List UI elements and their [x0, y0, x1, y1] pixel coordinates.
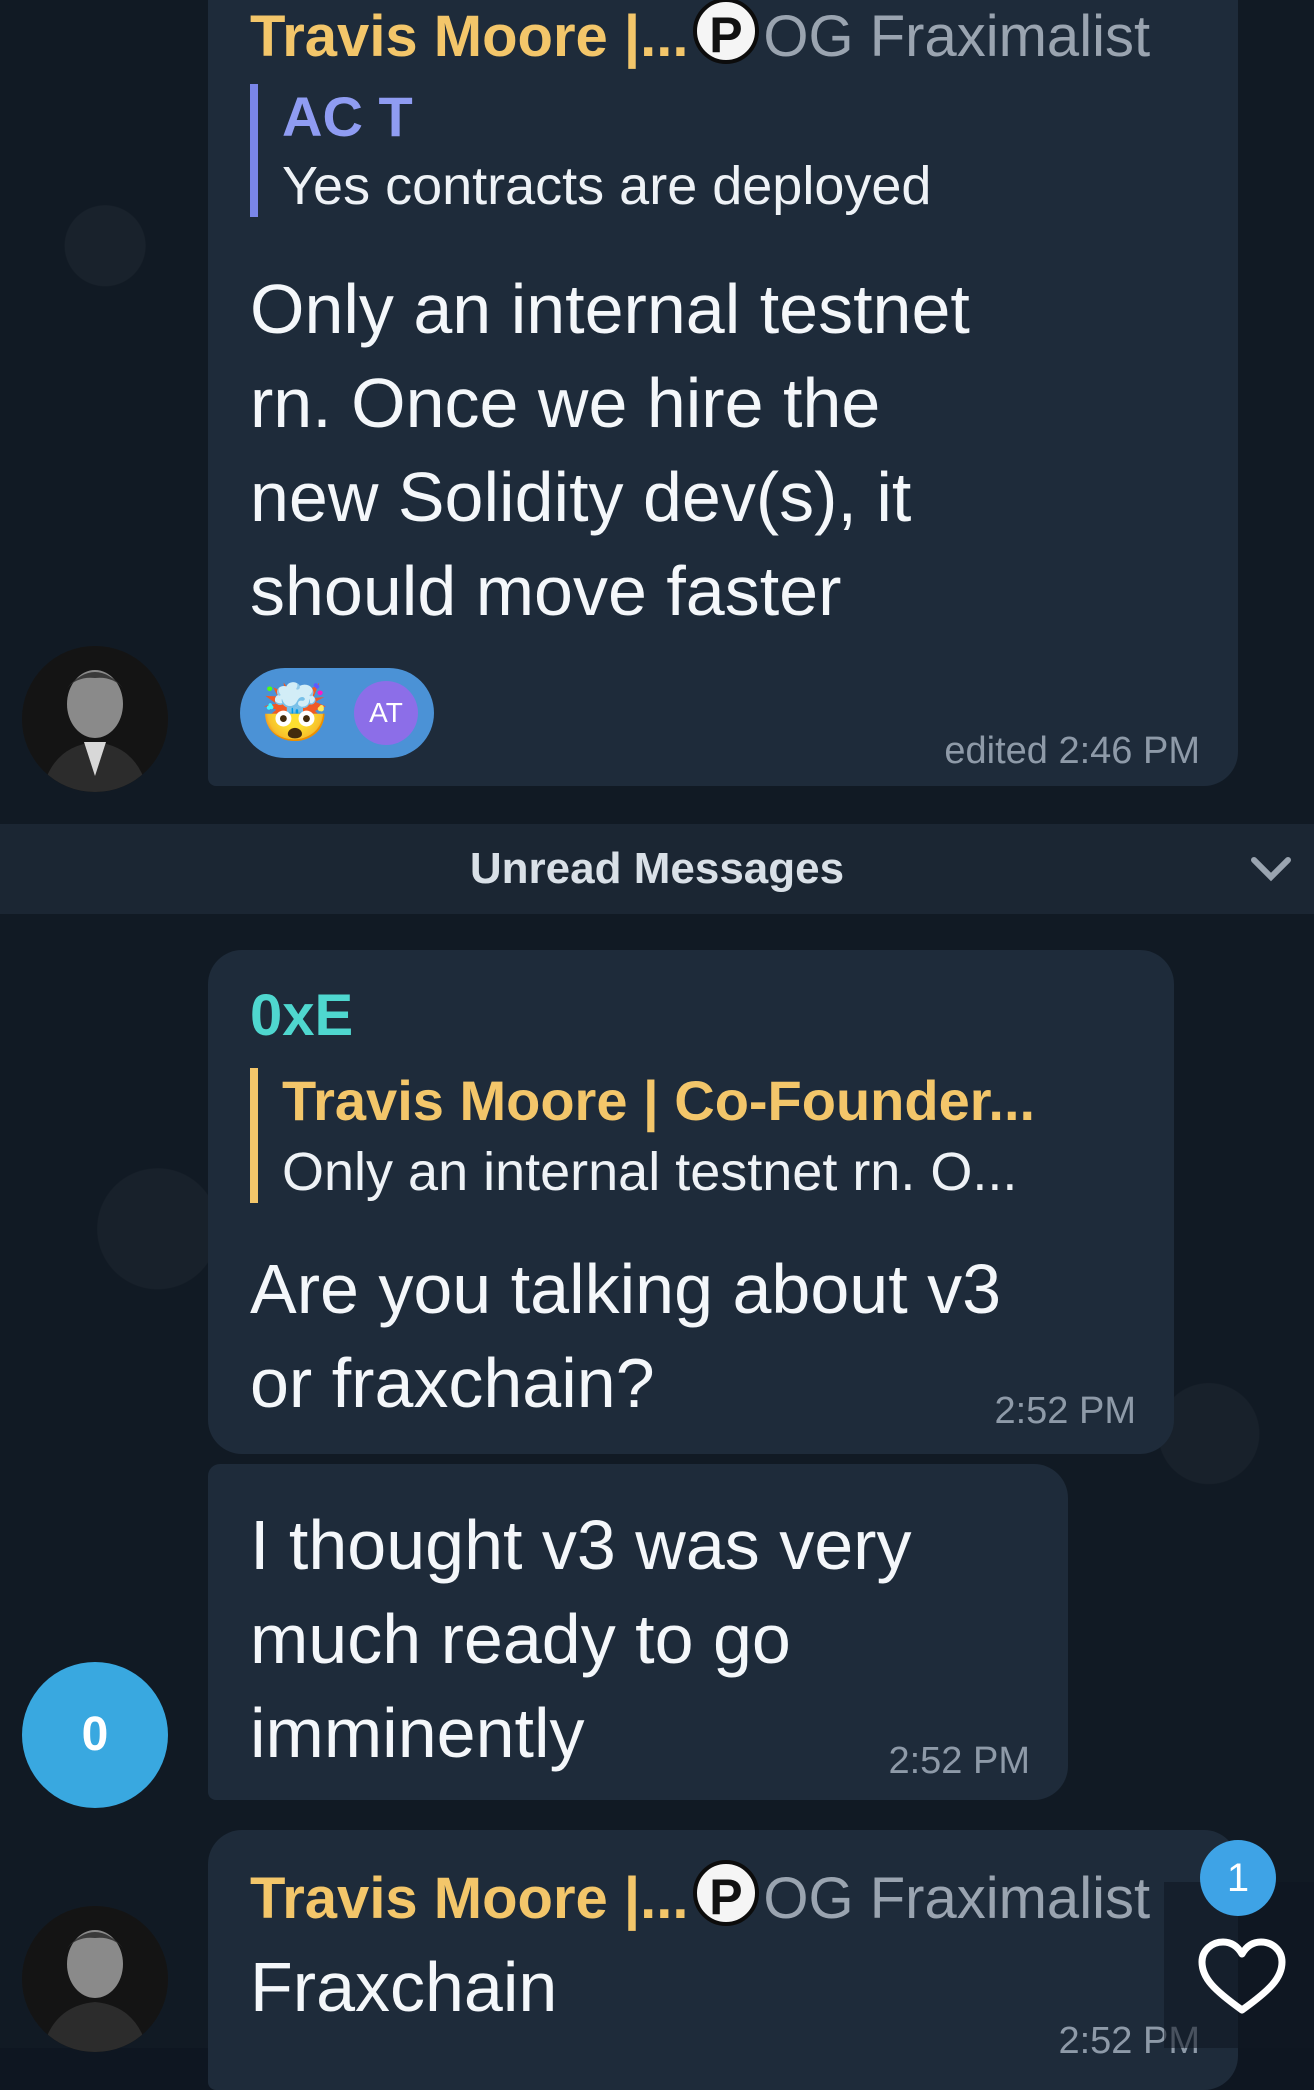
- frax-badge-icon: P: [692, 0, 759, 64]
- unread-label: Unread Messages: [469, 844, 845, 893]
- unread-messages-divider: Unread Messages: [0, 824, 1314, 914]
- sender-title: OG Fraximalist: [763, 4, 1151, 69]
- heart-icon: [1198, 1938, 1286, 2014]
- sender-name[interactable]: 0xE: [250, 982, 353, 1049]
- sender-name[interactable]: Travis Moore |...: [250, 4, 688, 69]
- exploding-head-emoji: 🤯: [260, 681, 330, 744]
- travis-avatar-2[interactable]: [22, 1906, 168, 2052]
- travis-avatar[interactable]: [22, 646, 168, 792]
- sender-name[interactable]: Travis Moore |...: [250, 1866, 688, 1931]
- reply-text: Yes contracts are deployed: [282, 156, 932, 216]
- frax-badge-icon: P: [692, 1860, 759, 1926]
- reaction-pill[interactable]: 🤯 AT: [240, 668, 434, 758]
- message-time: edited 2:46 PM: [944, 730, 1200, 772]
- reply-text: Only an internal testnet rn. O...: [282, 1142, 1018, 1202]
- reaction-user-avatar: AT: [354, 681, 418, 745]
- message-bubble-0xe[interactable]: 0xE Travis Moore | Co-Founder... Only an…: [208, 950, 1174, 1454]
- message-bubble-0xe-2[interactable]: I thought v3 was very much ready to go i…: [208, 1464, 1068, 1800]
- message-text: Are you talking about v3 or fraxchain?: [250, 1250, 1002, 1422]
- avatar-initial: 0: [81, 1708, 109, 1761]
- 0xe-avatar[interactable]: 0: [22, 1662, 168, 1808]
- reply-preview[interactable]: AC T Yes contracts are deployed: [250, 84, 931, 217]
- message-text: Only an internal testnet rn. Once we hir…: [250, 270, 970, 630]
- chevron-down-icon[interactable]: [1246, 824, 1296, 914]
- message-bubble-travis-1[interactable]: Travis Moore |... P OG Fraximalist AC T …: [208, 0, 1238, 786]
- reply-sender-name: Travis Moore | Co-Founder...: [282, 1069, 1036, 1132]
- person-photo-icon: [22, 1906, 168, 2052]
- message-text: I thought v3 was very much ready to go i…: [250, 1506, 912, 1772]
- reply-sender-name: AC T: [282, 85, 413, 148]
- reply-preview[interactable]: Travis Moore | Co-Founder... Only an int…: [250, 1068, 1035, 1203]
- message-time: 2:52 PM: [994, 1390, 1136, 1432]
- sender-title: OG Fraximalist: [763, 1866, 1151, 1931]
- message-bubble-travis-2[interactable]: Travis Moore |... P OG Fraximalist Fraxc…: [208, 1830, 1238, 2090]
- like-count-badge: 1: [1200, 1840, 1276, 1916]
- person-photo-icon: [22, 646, 168, 792]
- message-text: Fraxchain: [250, 1948, 558, 2026]
- message-time: 2:52 PM: [888, 1740, 1030, 1782]
